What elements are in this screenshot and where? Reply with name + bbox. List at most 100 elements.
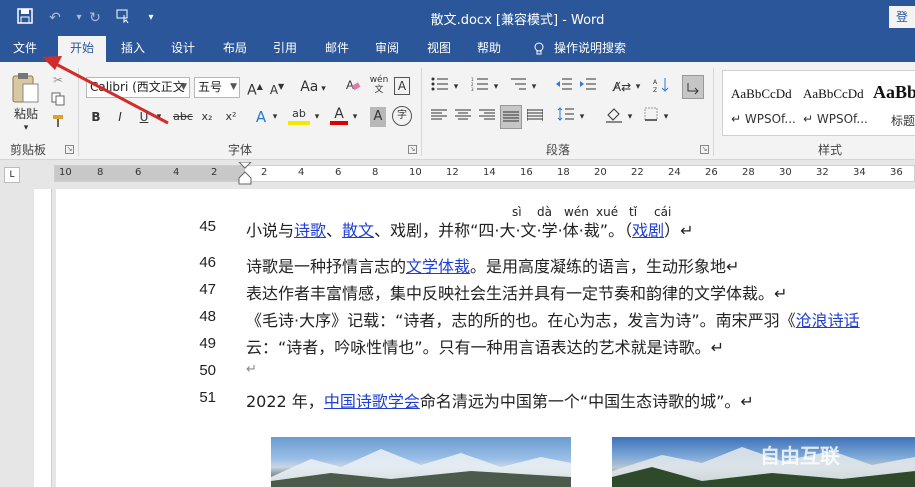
doc-line-48[interactable]: 《毛诗·大序》记载：“诗者，志的所的也。在心为志，发言为诗”。南宋严羽《沧浪诗话 [246, 307, 860, 331]
tab-review[interactable]: 审阅 [364, 36, 410, 62]
clear-format-icon[interactable]: A [344, 77, 362, 97]
vertical-ruler [0, 189, 54, 487]
link-canglang-shihua[interactable]: 沧浪诗话 [796, 311, 860, 330]
bullets-icon[interactable] [430, 77, 450, 97]
numbering-icon[interactable]: 123 [470, 77, 490, 97]
change-case-button[interactable]: Aa ▾ [296, 77, 330, 97]
lightbulb-icon[interactable] [528, 36, 550, 62]
ruler-tick-label: 24 [668, 167, 681, 178]
ruler-tick-label: 12 [446, 167, 459, 178]
divider [713, 68, 714, 156]
ruler-tick-label: 32 [816, 167, 829, 178]
sort-icon[interactable]: AZ [652, 77, 672, 97]
link-literary-genre[interactable]: 文学体裁 [406, 257, 470, 276]
multilevel-list-icon[interactable] [508, 77, 528, 97]
phonetic-guide-button[interactable]: wén 文 [368, 75, 390, 95]
line-number: 48 [199, 308, 216, 325]
paragraph-group-label: 段落 [546, 143, 571, 157]
tell-me-search[interactable]: 操作说明搜索 [554, 36, 634, 62]
style-sample: AaBbCcDd [803, 86, 864, 101]
ruler-tick-label: 34 [853, 167, 866, 178]
doc-line-45[interactable]: 小说与诗歌、散文、戏剧，并称“四·大·文·学·体·裁”。（戏剧）↵ [246, 217, 694, 241]
highlight-button[interactable]: ab [288, 107, 310, 125]
style-name: ↵ WPSOf... [731, 112, 796, 126]
ruler-tick-label: 6 [335, 167, 342, 178]
doc-line-46[interactable]: 诗歌是一种抒情言志的文学体裁。是用高度凝练的语言，生动形象地↵ [246, 253, 739, 277]
link-prose[interactable]: 散文 [342, 221, 374, 240]
chevron-down-icon[interactable]: ▾ [452, 77, 460, 97]
paragraph-launcher-icon[interactable]: ↘ [700, 145, 709, 154]
decrease-indent-icon[interactable] [554, 77, 574, 97]
divider [421, 68, 422, 156]
link-poetry-society[interactable]: 中国诗歌学会 [324, 392, 420, 411]
tab-view[interactable]: 视图 [416, 36, 462, 62]
tab-selector-button[interactable]: L [4, 167, 20, 183]
svg-text:A: A [653, 79, 658, 86]
char-border-icon[interactable]: A [394, 77, 410, 95]
font-color-button[interactable]: A [330, 107, 348, 125]
ruler-tick-label: 4 [298, 167, 305, 178]
align-right-icon[interactable] [478, 107, 496, 127]
horizontal-ruler[interactable]: 1086422468101214161820222426283032343638 [54, 162, 915, 185]
watermark: 自由互联 [760, 444, 840, 468]
svg-text:3: 3 [471, 87, 474, 91]
line-number: 50 [199, 362, 216, 379]
svg-text:Z: Z [653, 87, 657, 93]
char-shading-button[interactable]: A [370, 107, 386, 127]
link-drama[interactable]: 戏剧 [632, 221, 664, 240]
chevron-down-icon[interactable]: ▾ [530, 77, 538, 97]
chevron-down-icon[interactable]: ▾ [634, 77, 642, 97]
justify-icon[interactable] [500, 105, 522, 129]
ruler-tick-label: 10 [59, 167, 72, 178]
align-center-icon[interactable] [454, 107, 472, 127]
doc-line-47[interactable]: 表达作者丰富情感，集中反映社会生活并具有一定节奏和韵律的文学体裁。↵ [246, 280, 787, 304]
chevron-down-icon[interactable]: ▾ [350, 107, 360, 127]
chevron-down-icon[interactable]: ▾ [270, 107, 280, 127]
distribute-icon[interactable] [526, 107, 544, 127]
line-spacing-icon[interactable] [556, 107, 576, 127]
link-poetry[interactable]: 诗歌 [294, 221, 326, 240]
chevron-down-icon[interactable]: ▾ [578, 107, 586, 127]
style-item-2[interactable]: AaBbCcDd ↵ WPSOf... [799, 73, 875, 133]
show-marks-icon[interactable] [682, 75, 704, 99]
style-item-1[interactable]: AaBbCcDd ↵ WPSOf... [725, 73, 801, 133]
ruler-tick-label: 2 [211, 167, 218, 178]
indent-marker-icon[interactable] [237, 162, 253, 188]
svg-text:A: A [346, 78, 354, 92]
text-direction-icon[interactable]: A̸⇄ [610, 77, 634, 97]
increase-indent-icon[interactable] [578, 77, 598, 97]
chevron-down-icon[interactable]: ▾ [492, 77, 500, 97]
ruler-tick-label: 8 [97, 167, 104, 178]
shrink-font-button[interactable]: A▼ [268, 77, 286, 97]
style-name: 标题 [891, 114, 915, 128]
line-number: 51 [199, 389, 216, 406]
chevron-down-icon[interactable]: ▾ [312, 107, 322, 127]
font-launcher-icon[interactable]: ↘ [408, 145, 417, 154]
chevron-down-icon[interactable]: ▾ [662, 107, 670, 127]
ruler-tick-label: 6 [135, 167, 142, 178]
doc-line-49[interactable]: 云：“诗者，吟咏性情也”。只有一种用言语表达的艺术就是诗歌。↵ [246, 334, 724, 358]
chevron-down-icon[interactable]: ▾ [626, 107, 634, 127]
borders-icon[interactable] [642, 107, 660, 127]
tab-references[interactable]: 引用 [262, 36, 308, 62]
line-number: 45 [199, 218, 216, 235]
style-item-3[interactable]: AaBbl 标题 [871, 73, 915, 133]
ruler-tick-label: 16 [520, 167, 533, 178]
enclose-char-button[interactable]: 字 [392, 106, 412, 126]
vertical-ruler-strip[interactable] [34, 189, 52, 487]
landscape-photo-1[interactable] [271, 437, 571, 487]
ruler-tick-label: 18 [557, 167, 570, 178]
line-number: 49 [199, 335, 216, 352]
login-button[interactable]: 登 [889, 6, 915, 28]
doc-line-51[interactable]: 2022 年，中国诗歌学会命名清远为中国第一个“中国生态诗歌的城”。↵ [246, 388, 754, 412]
style-sample: AaBbCcDd [731, 86, 792, 101]
doc-line-50[interactable]: ↵ [246, 362, 257, 377]
horizontal-ruler-bar: L 10 8 6 4 2 2 4 6 8 10 12 14 16 18 20 22 24 26 28 30 32 34 36… [0, 161, 915, 189]
ruler-tick-label: 28 [742, 167, 755, 178]
tab-mailings[interactable]: 邮件 [314, 36, 360, 62]
text-effects-button[interactable]: A [252, 107, 270, 127]
shading-icon[interactable] [604, 107, 624, 127]
tab-help[interactable]: 帮助 [466, 36, 512, 62]
align-left-icon[interactable] [430, 107, 448, 127]
line-number: 46 [199, 254, 216, 271]
